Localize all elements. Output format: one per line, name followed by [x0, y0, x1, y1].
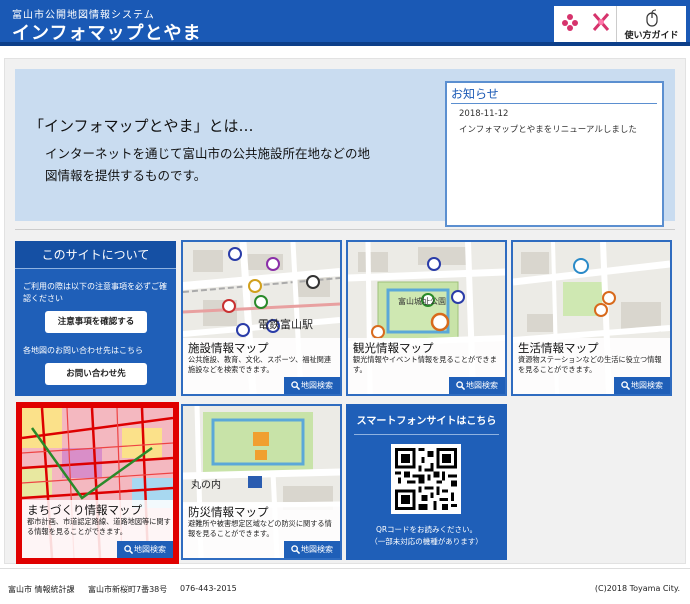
smartphone-title[interactable]: スマートフォンサイトはこちら	[346, 412, 507, 427]
town-planning-map-search-button[interactable]: 地図検索	[117, 541, 173, 558]
footer-address: 富山市新桜町7番38号	[88, 585, 168, 594]
news-date: 2018-11-12	[459, 109, 509, 119]
facility-map-card[interactable]: 電鉄富山駅 施設情報マップ 公共施設、教育、文化、スポーツ、福祉関連施設などを検…	[181, 240, 342, 396]
smartphone-instruction: QRコードをお読みください。	[375, 525, 478, 534]
mascot-logo-icon	[589, 10, 613, 38]
search-label: 地図検索	[301, 381, 333, 390]
life-map-title: 生活情報マップ	[518, 341, 599, 355]
life-map-card[interactable]: 生活情報マップ 資源物ステーションなどの生活に役立つ情報を見ることができます。 …	[511, 240, 672, 396]
news-title: お知らせ	[451, 87, 499, 101]
search-label: 地図検索	[301, 545, 333, 554]
hero-heading: 「インフォマップとやま」とは…	[29, 117, 254, 135]
contact-button[interactable]: お問い合わせ先	[45, 363, 147, 385]
search-label: 地図検索	[466, 381, 498, 390]
site-title[interactable]: インフォマップとやま	[12, 19, 201, 45]
search-label: 地図検索	[134, 545, 166, 554]
search-icon	[291, 545, 301, 555]
smartphone-divider	[354, 434, 499, 435]
main-content: 「インフォマップとやま」とは… インターネットを通じて富山市の公共施設所在地など…	[4, 58, 686, 564]
footer: 富山市 情報統計課 富山市新桜町7番38号 076-443-2015 (C)20…	[0, 568, 690, 604]
map-label-park: 富山城址公園	[398, 296, 446, 306]
city-logo-icon	[558, 10, 582, 38]
tourism-map-desc: 観光情報やイベント情報を見ることができます。	[353, 355, 497, 374]
footer-copyright: (C)2018 Toyama City.	[594, 584, 680, 593]
tourism-map-card[interactable]: 富山城址公園 観光情報マップ 観光情報やイベント情報を見ることができます。 地図…	[346, 240, 507, 396]
about-site-panel: このサイトについて ご利用の際は以下の注意事項を必ずご確認ください 注意事項を確…	[15, 241, 176, 396]
guide-button[interactable]: 使い方ガイド	[616, 6, 686, 42]
map-label-station: 電鉄富山駅	[258, 317, 313, 331]
disaster-map-desc: 避難所や被害想定区域などの防災に関する情報を見ることができます。	[188, 519, 332, 538]
tourism-map-title: 観光情報マップ	[353, 341, 434, 355]
city-logos	[554, 6, 616, 42]
disaster-map-search-button[interactable]: 地図検索	[284, 541, 340, 558]
hero-body: インターネットを通じて富山市の公共施設所在地などの地図情報を提供するものです。	[45, 146, 371, 183]
footer-department: 富山市 情報統計課	[8, 585, 75, 594]
facility-map-search-button[interactable]: 地図検索	[284, 377, 340, 394]
hero-banner: 「インフォマップとやま」とは… インターネットを通じて富山市の公共施設所在地など…	[15, 69, 675, 227]
news-divider	[451, 103, 657, 104]
search-label: 地図検索	[631, 381, 663, 390]
section-divider	[15, 229, 675, 230]
about-notice-text: ご利用の際は以下の注意事項を必ずご確認ください	[23, 282, 167, 303]
footer-phone: 076-443-2015	[180, 584, 237, 593]
town-planning-map-title: まちづくり情報マップ	[27, 503, 142, 517]
news-panel: お知らせ 2018-11-12 インフォマップとやまをリニューアルしました	[445, 81, 664, 227]
tourism-map-search-button[interactable]: 地図検索	[449, 377, 505, 394]
life-map-search-button[interactable]: 地図検索	[614, 377, 670, 394]
facility-map-title: 施設情報マップ	[188, 341, 269, 355]
facility-map-desc: 公共施設、教育、文化、スポーツ、福祉関連施設などを検索できます。	[188, 355, 332, 374]
search-icon	[456, 381, 466, 391]
disaster-map-title: 防災情報マップ	[188, 505, 269, 519]
disaster-map-card[interactable]: 丸の内 防災情報マップ 避難所や被害想定区域などの防災に関する情報を見ることがで…	[181, 404, 342, 560]
town-planning-map-card[interactable]: まちづくり情報マップ 都市計画、市道認定路線、道路地図等に関する情報を見ることが…	[16, 402, 179, 564]
smartphone-site-panel: スマートフォンサイトはこちら QRコードをお読みください。 （一部未対応の機種が…	[346, 404, 507, 560]
guide-label: 使い方ガイド	[624, 31, 679, 41]
header: 富山市公開地図情報システム インフォマップとやま 使い方ガイド	[0, 0, 690, 46]
contact-text: 各地図のお問い合わせ先はこちら	[23, 346, 143, 355]
search-icon	[621, 381, 631, 391]
qr-code-icon	[391, 444, 461, 514]
check-notice-button[interactable]: 注意事項を確認する	[45, 311, 147, 333]
search-icon	[124, 545, 134, 555]
map-label-marunouchi: 丸の内	[191, 478, 221, 491]
search-icon	[291, 381, 301, 391]
town-planning-map-desc: 都市計画、市道認定路線、道路地図等に関する情報を見ることができます。	[27, 517, 171, 536]
smartphone-note: （一部未対応の機種があります）	[370, 537, 483, 546]
life-map-desc: 資源物ステーションなどの生活に役立つ情報を見ることができます。	[518, 355, 662, 374]
about-title: このサイトについて	[15, 241, 176, 269]
news-item-link[interactable]: インフォマップとやまをリニューアルしました	[459, 123, 637, 135]
